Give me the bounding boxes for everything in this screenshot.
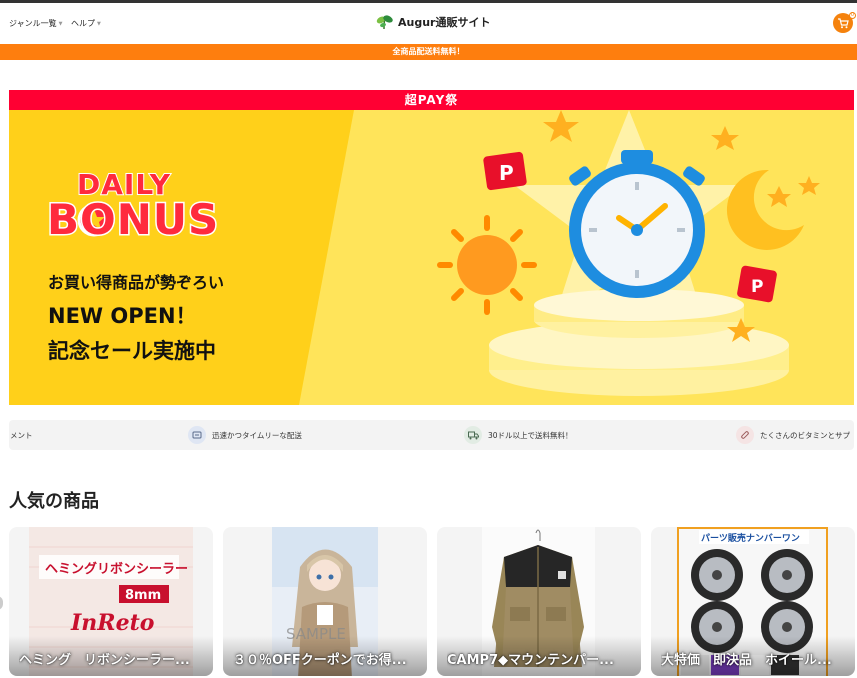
feature-item: たくさんのビタミンとサプ	[736, 420, 850, 450]
product-title: ３０％OFFクーポンでお得...	[233, 653, 407, 668]
free-shipping-bar: 全商品配送料無料！	[0, 44, 857, 60]
site-logo-text: Augur通販サイト	[398, 16, 491, 29]
product-carousel: ヘミングリボンシーラー 8mm InReto ヘミング リボンシーラー... S…	[9, 527, 855, 678]
feature-label: 迅速かつタイムリーな配送	[212, 430, 302, 440]
hero-banner[interactable]: 超PAY祭 P P DAILY BONUS お買い得商品が勢ぞろい NEW OP…	[9, 90, 854, 405]
site-logo[interactable]: Augur通販サイト	[376, 14, 490, 30]
leaf-logo-icon	[376, 15, 393, 30]
feature-item: 迅速かつタイムリーな配送	[188, 420, 302, 450]
red-cube-icon: P	[737, 265, 777, 303]
red-cube-icon: P	[483, 151, 527, 191]
feature-item: 30ドル以上で送料無料！	[464, 420, 573, 450]
svg-text:P: P	[499, 161, 514, 185]
banner-subtitle: お買い得商品が勢ぞろい	[48, 273, 225, 292]
banner-sale-text: 記念セール実施中	[48, 339, 216, 363]
product-card[interactable]: パーツ販売ナンバーワン 大特価 即決品 ホイール...	[651, 527, 855, 676]
cart-count-badge: 0	[849, 12, 856, 19]
svg-text:パーツ販売ナンバーワン: パーツ販売ナンバーワン	[701, 532, 800, 544]
banner-title-bonus: BONUS	[45, 194, 220, 246]
product-card[interactable]: CAMP7◆マウンテンパー...	[437, 527, 641, 676]
feature-label: たくさんのビタミンとサプ	[760, 430, 850, 440]
nav-genre-list[interactable]: ジャンル一覧 ▼	[9, 18, 62, 29]
wheel-icon	[691, 549, 743, 601]
nav-help[interactable]: ヘルプ ▼	[71, 18, 101, 29]
site-header: ジャンル一覧 ▼ ヘルプ ▼ Augur通販サイト 0	[0, 3, 857, 44]
product-card[interactable]: SAMPLE ３０％OFFクーポンでお得...	[223, 527, 427, 676]
product-title: 大特価 即決品 ホイール...	[661, 653, 832, 668]
product-title: ヘミング リボンシーラー...	[19, 653, 190, 668]
banner-headline: NEW OPEN！	[48, 304, 197, 328]
nav-help-label: ヘルプ	[71, 19, 95, 28]
chevron-down-icon: ▼	[58, 20, 63, 27]
svg-text:InReto: InReto	[70, 610, 154, 636]
product-card[interactable]: ヘミングリボンシーラー 8mm InReto ヘミング リボンシーラー...	[9, 527, 213, 676]
pill-icon	[736, 426, 754, 444]
clock-delivery-icon	[188, 426, 206, 444]
feature-label: メント	[10, 430, 33, 440]
wheel-icon	[761, 549, 813, 601]
product-title: CAMP7◆マウンテンパー...	[447, 653, 614, 668]
feature-strip: メント 迅速かつタイムリーな配送 30ドル以上で送料無料！ たくさんのビタミンと…	[9, 420, 854, 450]
truck-icon	[464, 426, 482, 444]
chevron-down-icon: ▼	[97, 20, 101, 27]
svg-text:P: P	[751, 277, 763, 297]
nav-genre-list-label: ジャンル一覧	[9, 19, 57, 28]
carousel-prev-button[interactable]	[0, 596, 3, 610]
alarm-clock-icon	[569, 150, 705, 298]
popular-products-title: 人気の商品	[9, 491, 99, 512]
feature-label: 30ドル以上で送料無料！	[488, 430, 573, 440]
svg-text:ヘミングリボンシーラー: ヘミングリボンシーラー	[45, 561, 188, 577]
feature-item: メント	[10, 420, 33, 450]
svg-text:8mm: 8mm	[125, 588, 161, 603]
cart-icon	[838, 17, 849, 28]
